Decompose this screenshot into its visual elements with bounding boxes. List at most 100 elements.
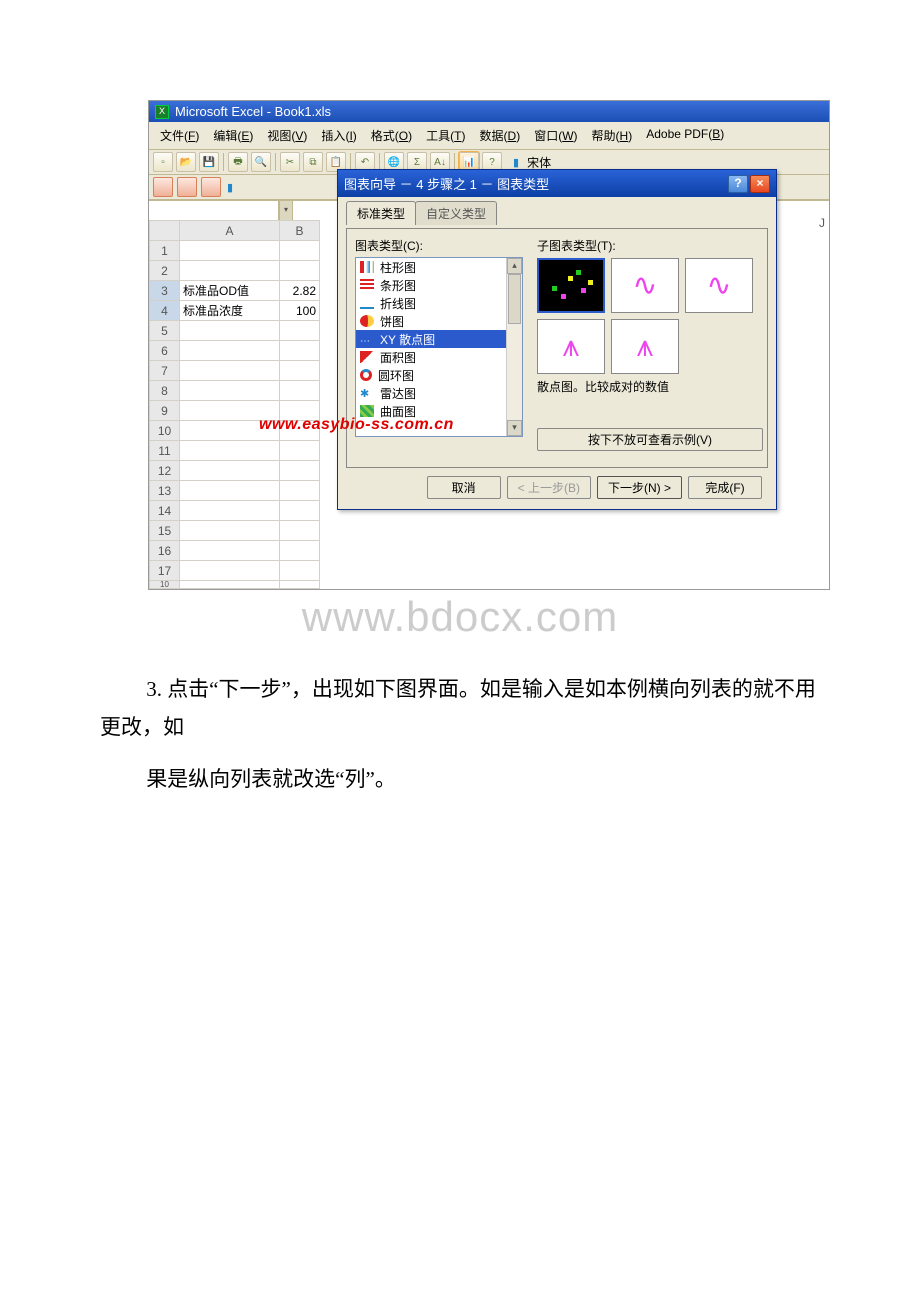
dialog-titlebar: 图表向导 － 4 步骤之 1 － 图表类型 ? × [338,170,776,197]
menu-format[interactable]: 格式(O) [364,125,419,146]
cell-b4[interactable]: 100 [280,301,320,321]
scroll-thumb[interactable] [508,274,521,324]
scatter-icon [360,333,374,345]
subtype-description: 散点图。比较成对的数值 [537,378,767,428]
next-button[interactable]: 下一步(N) > [597,476,682,499]
col-header-b[interactable]: B [280,221,320,241]
menu-view[interactable]: 视图(V) [260,125,314,146]
row-header[interactable]: 17 [150,561,180,581]
list-item: 条形图 [356,276,522,294]
radar-icon: ✱ [360,387,374,399]
menu-insert[interactable]: 插入(I) [314,125,363,146]
row-header[interactable]: 15 [150,521,180,541]
list-item: 饼图 [356,312,522,330]
list-item: ✱雷达图 [356,384,522,402]
subtype-scatter-smooth[interactable]: ∿ [685,258,753,313]
back-button[interactable]: < 上一步(B) [507,476,591,499]
subtype-scatter-lines[interactable]: ⩚ [611,319,679,374]
subtype-grid: ∿ ∿ ⩚ ⩚ [537,258,767,374]
finish-button[interactable]: 完成(F) [688,476,762,499]
cancel-button[interactable]: 取消 [427,476,501,499]
dialog-title: 图表向导 － 4 步骤之 1 － 图表类型 [344,174,549,193]
namebox-dropdown-icon[interactable]: ▾ [279,201,293,220]
print-icon[interactable]: 🖶 [228,152,248,172]
tab-custom[interactable]: 自定义类型 [415,201,497,225]
font-handle-icon[interactable]: ▮ [513,156,519,169]
toolbar-handle-icon[interactable]: ▮ [227,181,233,194]
menu-adobepdf[interactable]: Adobe PDF(B) [639,125,731,146]
menubar: 文件(F) 编辑(E) 视图(V) 插入(I) 格式(O) 工具(T) 数据(D… [149,122,829,150]
row-header[interactable]: 1 [150,241,180,261]
row-header[interactable]: 14 [150,501,180,521]
tab-standard[interactable]: 标准类型 [346,201,416,225]
menu-window[interactable]: 窗口(W) [527,125,584,146]
app-title: Microsoft Excel - Book1.xls [175,104,331,119]
chart-type-list[interactable]: 柱形图 条形图 折线图 饼图 XY 散点图 面积图 圆环图 ✱雷达图 曲面图 ▴ [355,257,523,437]
row-header[interactable]: 6 [150,341,180,361]
pie-icon [360,315,374,327]
row-header[interactable]: 10 [150,581,180,589]
row-header[interactable]: 5 [150,321,180,341]
preview-icon[interactable]: 🔍 [251,152,271,172]
list-item: 折线图 [356,294,522,312]
list-scrollbar[interactable]: ▴ ▾ [506,258,522,436]
row-header[interactable]: 12 [150,461,180,481]
subtype-scatter-markers[interactable] [537,258,605,313]
row-header[interactable]: 4 [150,301,180,321]
instruction-p1: 3. 点击“下一步”，出现如下图界面。如是输入是如本例横向列表的就不用更改，如 [100,671,820,747]
watermark-gray: www.bdocx.com [0,593,920,641]
cell-b3[interactable]: 2.82 [280,281,320,301]
custom-button-1[interactable] [153,177,173,197]
menu-edit[interactable]: 编辑(E) [206,125,260,146]
donut-icon [360,369,372,381]
subtype-scatter-lines-markers[interactable]: ⩚ [537,319,605,374]
list-item: 面积图 [356,348,522,366]
font-name[interactable]: 宋体 [523,154,555,171]
menu-help[interactable]: 帮助(H) [585,125,640,146]
row-header[interactable]: 2 [150,261,180,281]
dialog-help-icon[interactable]: ? [728,175,748,193]
dialog-close-icon[interactable]: × [750,175,770,193]
chart-subtype-label: 子图表类型(T): [537,237,767,254]
worksheet[interactable]: A B 1 2 3标准品OD值2.82 4标准品浓度100 5 6 7 8 9 … [149,220,320,589]
titlebar: Microsoft Excel - Book1.xls [149,101,829,122]
instruction-p2: 果是纵向列表就改选“列”。 [100,761,820,799]
row-header[interactable]: 16 [150,541,180,561]
area-icon [360,351,374,363]
open-icon[interactable]: 📂 [176,152,196,172]
hbar-icon [360,279,374,291]
new-icon[interactable]: ▫ [153,152,173,172]
list-item: 圆环图 [356,366,522,384]
menu-tools[interactable]: 工具(T) [419,125,472,146]
custom-button-3[interactable] [201,177,221,197]
row-header[interactable]: 8 [150,381,180,401]
menu-data[interactable]: 数据(D) [473,125,528,146]
bar-icon [360,261,374,273]
scroll-up-icon[interactable]: ▴ [507,258,522,274]
watermark-red: www.easybio-ss.com.cn [259,416,454,434]
row-header[interactable]: 10 [150,421,180,441]
row-header[interactable]: 3 [150,281,180,301]
cell-a4[interactable]: 标准品浓度 [180,301,280,321]
list-item-selected: XY 散点图 [356,330,522,348]
preview-button[interactable]: 按下不放可查看示例(V) [537,428,763,451]
row-header[interactable]: 13 [150,481,180,501]
copy-icon[interactable]: ⧉ [303,152,323,172]
excel-icon [155,105,169,119]
chart-wizard-dialog: 图表向导 － 4 步骤之 1 － 图表类型 ? × 标准类型 自定义类型 图表类… [337,169,777,510]
save-icon[interactable]: 💾 [199,152,219,172]
row-header[interactable]: 11 [150,441,180,461]
excel-screenshot: Microsoft Excel - Book1.xls 文件(F) 编辑(E) … [148,100,830,590]
scroll-down-icon[interactable]: ▾ [507,420,522,436]
menu-file[interactable]: 文件(F) [153,125,206,146]
col-header-a[interactable]: A [180,221,280,241]
name-box[interactable] [149,201,279,220]
custom-button-2[interactable] [177,177,197,197]
cut-icon[interactable]: ✂ [280,152,300,172]
line-icon [360,297,374,309]
list-item: 柱形图 [356,258,522,276]
cell-a3[interactable]: 标准品OD值 [180,281,280,301]
row-header[interactable]: 9 [150,401,180,421]
subtype-scatter-smooth-markers[interactable]: ∿ [611,258,679,313]
row-header[interactable]: 7 [150,361,180,381]
